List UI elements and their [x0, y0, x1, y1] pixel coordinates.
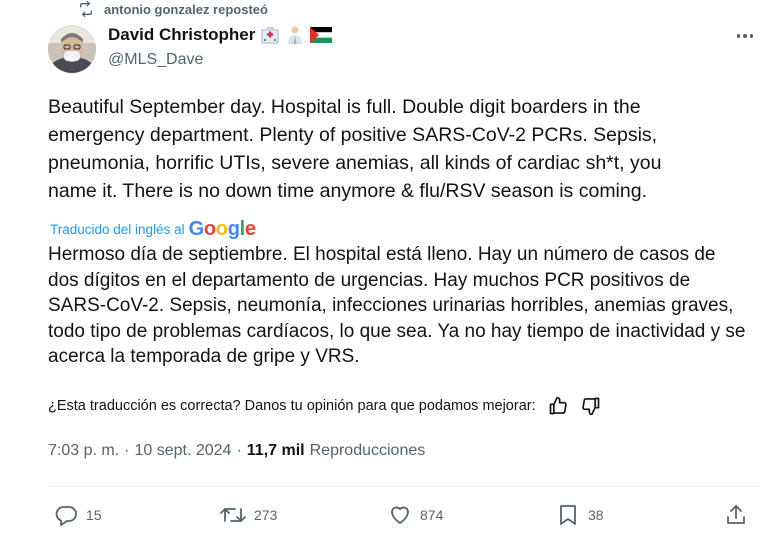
translated-by[interactable]: Traducido del inglés al Google	[50, 218, 256, 241]
reply-button[interactable]: 15	[54, 503, 102, 527]
tweet-time[interactable]: 7:03 p. m.	[48, 442, 119, 460]
meta-separator: ·	[124, 442, 130, 459]
repost-icon	[80, 1, 92, 17]
bookmark-button[interactable]: 38	[556, 503, 604, 527]
google-logo: Google	[188, 218, 256, 240]
heart-icon	[391, 506, 409, 524]
like-count: 874	[420, 507, 444, 523]
views-label: Reproducciones	[309, 442, 426, 459]
repost-icon	[220, 508, 246, 522]
bookmark-icon	[560, 505, 576, 525]
reply-icon	[55, 506, 77, 526]
thumbs-down-icon[interactable]	[581, 396, 601, 416]
tweet-text: Beautiful September day. Hospital is ful…	[48, 96, 662, 202]
divider	[48, 486, 760, 487]
translation-text: Hermoso día de septiembre. El hospital e…	[48, 244, 746, 367]
share-icon	[727, 505, 745, 524]
author-name[interactable]: David Christopher	[108, 25, 255, 45]
health-worker-emoji-icon	[288, 26, 303, 44]
tweet-date[interactable]: 10 sept. 2024	[134, 442, 231, 460]
translated-by-label[interactable]: Traducido del inglés al	[50, 222, 185, 237]
palestine-flag-icon	[310, 27, 333, 43]
author-name-row[interactable]: David Christopher	[108, 25, 333, 45]
avatar[interactable]	[48, 25, 96, 73]
like-button[interactable]: 874	[388, 503, 443, 527]
tweet-meta: 7:03 p. m. · 10 sept. 2024 · 11,7 mil Re…	[48, 442, 425, 460]
repost-header[interactable]: antonio gonzalez reposteó	[78, 0, 268, 18]
repost-count: 273	[254, 507, 278, 523]
bookmark-count: 38	[588, 507, 604, 523]
hospital-emoji-icon	[261, 27, 279, 44]
author-handle[interactable]: @MLS_Dave	[108, 51, 203, 69]
share-button[interactable]	[724, 503, 748, 527]
translation-feedback: ¿Esta traducción es correcta? Danos tu o…	[48, 396, 601, 416]
reply-count: 15	[86, 507, 102, 523]
views-count: 11,7 mil	[246, 442, 305, 459]
feedback-prompt: ¿Esta traducción es correcta? Danos tu o…	[48, 398, 536, 414]
repost-label[interactable]: antonio gonzalez reposteó	[104, 2, 268, 17]
meta-separator: ·	[236, 442, 242, 459]
thumbs-up-icon[interactable]	[548, 396, 568, 416]
repost-button[interactable]: 273	[220, 503, 277, 527]
more-icon[interactable]	[733, 29, 757, 43]
action-bar: 15 273 874 38	[54, 503, 754, 529]
